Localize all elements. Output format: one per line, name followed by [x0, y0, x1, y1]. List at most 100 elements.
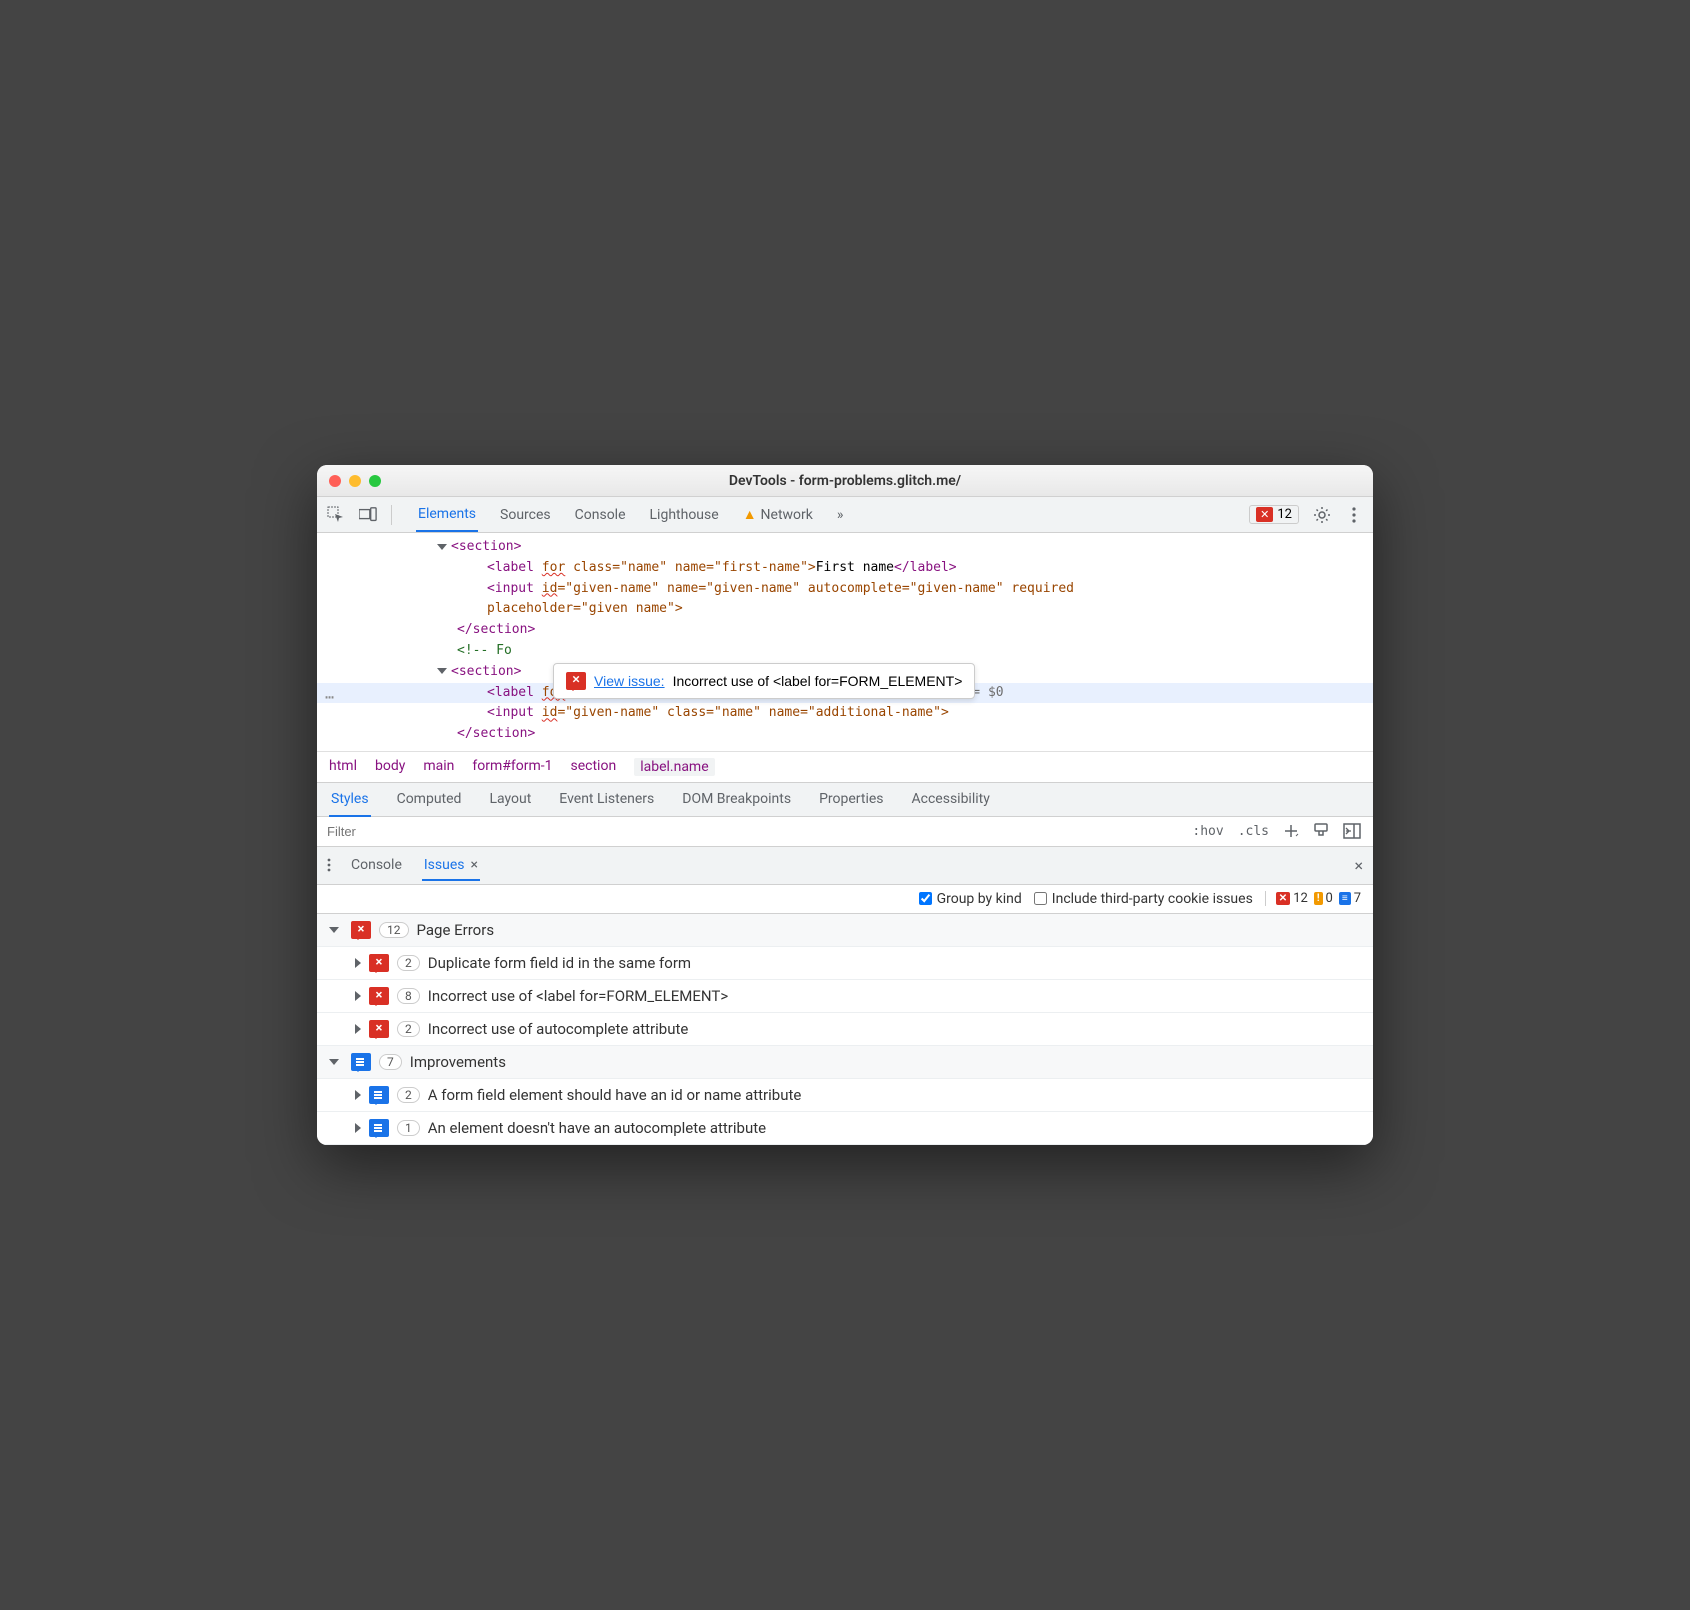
attr-id[interactable]: id	[542, 705, 558, 720]
group-label: Page Errors	[417, 921, 495, 939]
tab-network[interactable]: ▲Network	[741, 498, 815, 531]
issue-text: Incorrect use of <label for=FORM_ELEMENT…	[428, 987, 728, 1005]
error-speech-icon	[369, 1020, 389, 1038]
dom-tree[interactable]: <section> <label for class="name" name="…	[317, 533, 1373, 751]
maximize-window-button[interactable]	[369, 475, 381, 487]
issues-group-header[interactable]: 12 Page Errors	[317, 914, 1373, 947]
expand-arrow-icon[interactable]	[355, 1123, 361, 1133]
dom-comment[interactable]: <!-- Fo	[457, 643, 512, 658]
main-toolbar: Elements Sources Console Lighthouse ▲Net…	[317, 497, 1373, 533]
issue-counts: ✕12 !0 ≡7	[1265, 891, 1361, 906]
expand-arrow-icon[interactable]	[329, 927, 339, 933]
issue-count: 2	[397, 1087, 420, 1103]
subtab-layout[interactable]: Layout	[487, 783, 533, 816]
traffic-lights	[329, 475, 381, 487]
breadcrumbs: html body main form#form-1 section label…	[317, 751, 1373, 783]
dom-attr: placeholder="given name">	[487, 601, 683, 616]
issue-count: 2	[397, 955, 420, 971]
expand-arrow-icon[interactable]	[437, 544, 447, 550]
subtab-event-listeners[interactable]: Event Listeners	[557, 783, 656, 816]
expand-arrow-icon[interactable]	[355, 1024, 361, 1034]
window-title: DevTools - form-problems.glitch.me/	[317, 473, 1373, 489]
group-label: Improvements	[410, 1053, 506, 1071]
kebab-menu-icon[interactable]	[1345, 506, 1363, 524]
hov-button[interactable]: :hov	[1192, 824, 1223, 839]
tooltip-text: Incorrect use of <label for=FORM_ELEMENT…	[673, 670, 963, 692]
warning-icon: ▲	[743, 506, 757, 523]
error-speech-icon	[369, 954, 389, 972]
issue-text: Incorrect use of autocomplete attribute	[428, 1020, 689, 1038]
settings-gear-icon[interactable]	[1313, 506, 1331, 524]
drawer-tabs: Console Issues× ×	[317, 847, 1373, 885]
styles-filter-bar: :hov .cls	[317, 817, 1373, 847]
issue-text: An element doesn't have an autocomplete …	[428, 1119, 766, 1137]
tab-lighthouse[interactable]: Lighthouse	[648, 498, 721, 531]
subtab-styles[interactable]: Styles	[329, 783, 371, 817]
breadcrumb-item[interactable]: main	[423, 758, 454, 776]
inspect-element-icon[interactable]	[327, 506, 345, 524]
error-count-chip[interactable]: ✕ 12	[1249, 505, 1299, 524]
issue-count: 2	[397, 1021, 420, 1037]
issue-row[interactable]: 2 Duplicate form field id in the same fo…	[317, 947, 1373, 980]
warning-count-pill[interactable]: !0	[1314, 891, 1333, 906]
styles-filter-input[interactable]	[317, 817, 1180, 846]
expand-arrow-icon[interactable]	[355, 958, 361, 968]
issue-count: 8	[397, 988, 420, 1004]
dom-node[interactable]: <label	[487, 560, 542, 575]
expand-arrow-icon[interactable]	[355, 991, 361, 1001]
tab-sources[interactable]: Sources	[498, 498, 553, 531]
group-by-kind-checkbox[interactable]: Group by kind	[919, 891, 1022, 907]
info-count-pill[interactable]: ≡7	[1339, 891, 1361, 906]
attr-for[interactable]: for	[542, 560, 565, 575]
error-speech-icon	[351, 921, 371, 939]
dom-node[interactable]: <input	[487, 581, 542, 596]
breadcrumb-item[interactable]: form#form-1	[472, 758, 552, 776]
subtab-properties[interactable]: Properties	[817, 783, 885, 816]
issues-toolbar: Group by kind Include third-party cookie…	[317, 885, 1373, 914]
issue-row[interactable]: 2 Incorrect use of autocomplete attribut…	[317, 1013, 1373, 1046]
dom-node[interactable]: <section>	[451, 664, 521, 679]
issue-row[interactable]: 8 Incorrect use of <label for=FORM_ELEME…	[317, 980, 1373, 1013]
issues-list: 12 Page Errors 2 Duplicate form field id…	[317, 914, 1373, 1145]
expand-arrow-icon[interactable]	[329, 1059, 339, 1065]
close-window-button[interactable]	[329, 475, 341, 487]
issue-row[interactable]: 1 An element doesn't have an autocomplet…	[317, 1112, 1373, 1145]
thirdparty-checkbox[interactable]: Include third-party cookie issues	[1034, 891, 1253, 907]
breadcrumb-item-selected[interactable]: label.name	[634, 758, 714, 776]
subtab-computed[interactable]: Computed	[395, 783, 464, 816]
dom-node[interactable]: <section>	[451, 539, 521, 554]
device-toolbar-icon[interactable]	[359, 506, 377, 524]
panel-tabs: Elements Sources Console Lighthouse ▲Net…	[416, 498, 845, 531]
close-drawer-icon[interactable]: ×	[1354, 856, 1363, 875]
dom-node[interactable]: <input	[487, 705, 542, 720]
issue-count: 1	[397, 1120, 420, 1136]
close-tab-icon[interactable]: ×	[471, 857, 478, 873]
window-titlebar: DevTools - form-problems.glitch.me/	[317, 465, 1373, 497]
expand-arrow-icon[interactable]	[437, 668, 447, 674]
attr-id[interactable]: id	[542, 581, 558, 596]
subtab-accessibility[interactable]: Accessibility	[910, 783, 992, 816]
breadcrumb-item[interactable]: body	[375, 758, 405, 776]
error-count: 12	[1277, 507, 1292, 522]
drawer-tab-issues[interactable]: Issues×	[422, 851, 480, 881]
minimize-window-button[interactable]	[349, 475, 361, 487]
issues-group-header[interactable]: 7 Improvements	[317, 1046, 1373, 1079]
subtab-dom-breakpoints[interactable]: DOM Breakpoints	[680, 783, 793, 816]
breadcrumb-item[interactable]: html	[329, 758, 357, 776]
dom-node[interactable]: </section>	[457, 726, 535, 741]
new-style-rule-icon[interactable]	[1283, 823, 1299, 839]
tabs-overflow-button[interactable]: »	[835, 498, 846, 531]
drawer-kebab-icon[interactable]	[327, 858, 331, 872]
cls-button[interactable]: .cls	[1238, 824, 1269, 839]
paint-brush-icon[interactable]	[1313, 823, 1329, 839]
toggle-sidebar-icon[interactable]	[1343, 823, 1361, 839]
expand-arrow-icon[interactable]	[355, 1090, 361, 1100]
tab-elements[interactable]: Elements	[416, 498, 478, 532]
error-count-pill[interactable]: ✕12	[1276, 891, 1308, 906]
drawer-tab-console[interactable]: Console	[349, 851, 404, 879]
issue-row[interactable]: 2 A form field element should have an id…	[317, 1079, 1373, 1112]
breadcrumb-item[interactable]: section	[571, 758, 617, 776]
tab-console[interactable]: Console	[573, 498, 628, 531]
view-issue-link[interactable]: View issue:	[594, 670, 665, 692]
dom-node[interactable]: </section>	[457, 622, 535, 637]
